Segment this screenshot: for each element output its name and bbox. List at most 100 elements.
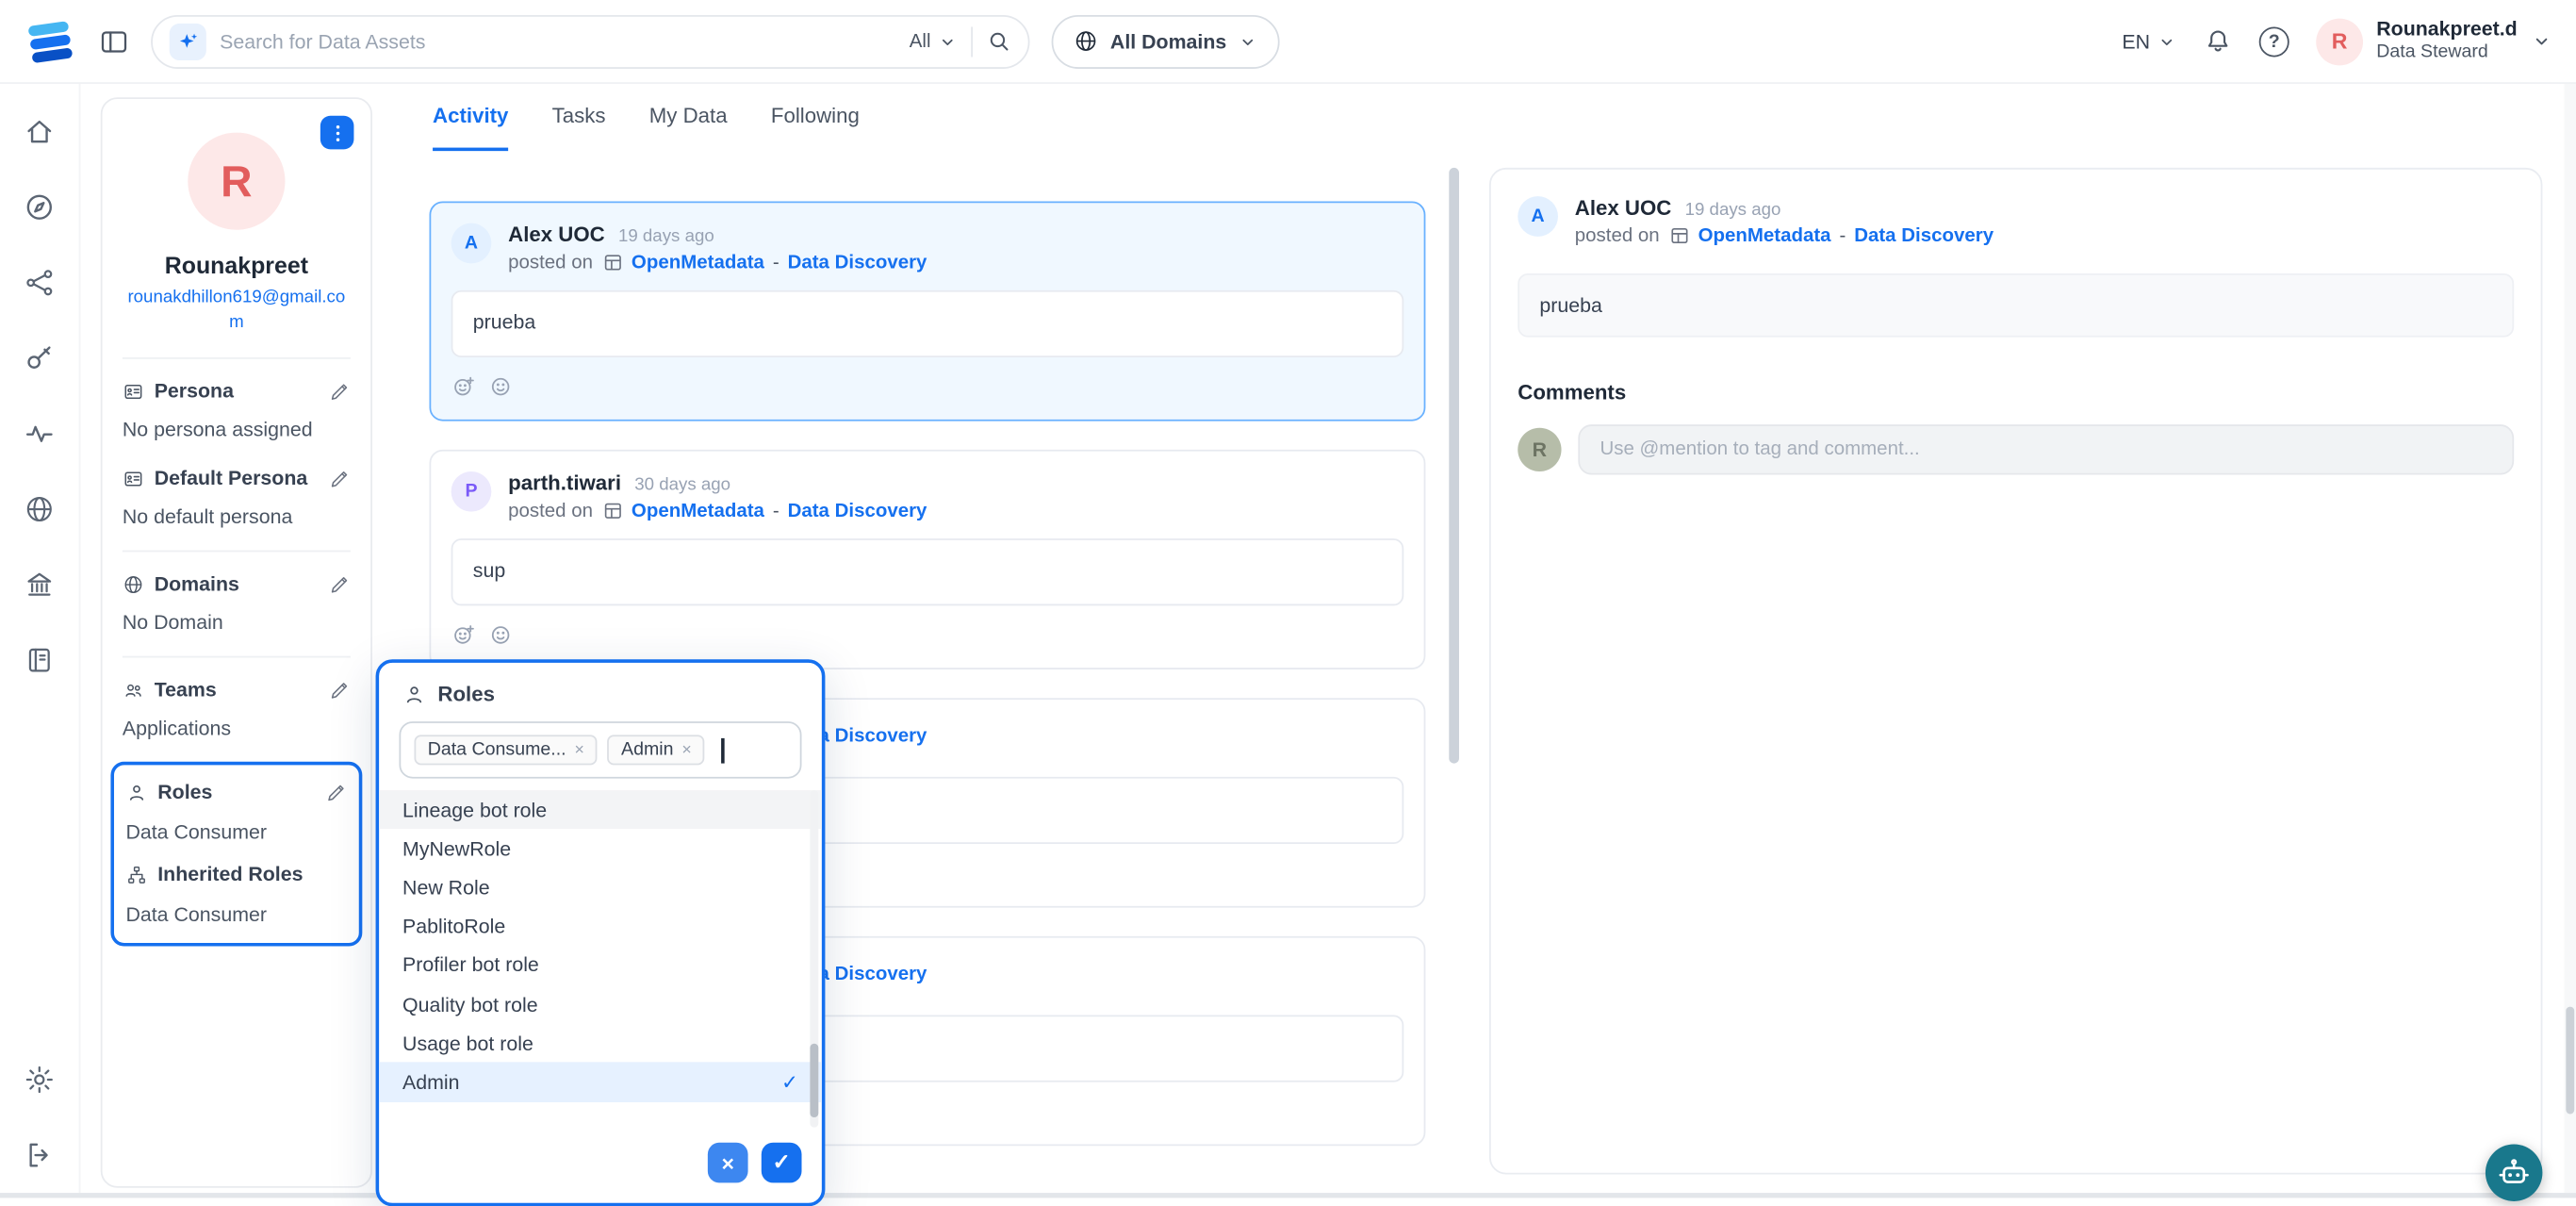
roles-select-input[interactable]: Data Consume... × Admin × <box>399 721 801 778</box>
user-name: Rounakpreet.d <box>2376 17 2517 42</box>
edit-teams-icon[interactable] <box>329 680 351 702</box>
post-timestamp: 19 days ago <box>1685 200 1781 220</box>
role-option[interactable]: New Role <box>379 868 822 907</box>
globe-icon <box>1074 28 1099 54</box>
add-reaction-icon[interactable] <box>451 374 477 400</box>
link-separator: - <box>773 253 779 273</box>
role-option-selected[interactable]: Admin ✓ <box>379 1063 822 1101</box>
post-author-avatar: A <box>451 223 492 264</box>
tab-activity[interactable]: Activity <box>433 104 508 151</box>
teams-section: Teams Applications <box>123 656 351 740</box>
nav-lineage-button[interactable] <box>12 255 66 308</box>
search-input[interactable] <box>220 29 895 53</box>
globe-icon <box>24 492 56 524</box>
book-icon <box>24 643 56 675</box>
post-entity-link[interactable]: OpenMetadata <box>1698 225 1831 245</box>
ai-sparkle-icon[interactable] <box>170 23 206 59</box>
role-option[interactable]: Profiler bot role <box>379 946 822 984</box>
role-option[interactable]: PablitoRole <box>379 907 822 946</box>
feed-post-card[interactable]: A Alex UOC 19 days ago posted on OpenMet… <box>430 202 1426 421</box>
edit-persona-icon[interactable] <box>329 381 351 403</box>
user-avatar[interactable]: R <box>2316 18 2363 65</box>
search-scope-dropdown[interactable]: All <box>910 31 958 51</box>
nav-govern-button[interactable] <box>12 557 66 611</box>
edit-domains-icon[interactable] <box>329 573 351 595</box>
tab-tasks[interactable]: Tasks <box>552 104 606 151</box>
nav-settings-button[interactable] <box>12 1052 66 1106</box>
vertical-scrollbar-thumb[interactable] <box>2566 1007 2574 1115</box>
add-reaction-icon[interactable] <box>451 622 477 648</box>
post-target-link[interactable]: Data Discovery <box>788 501 927 520</box>
post-author-name[interactable]: Alex UOC <box>1575 196 1672 220</box>
global-search-bar[interactable]: All <box>151 14 1029 68</box>
post-message: prueba <box>1518 273 2514 338</box>
role-option[interactable]: MyNewRole <box>379 829 822 867</box>
edit-default-persona-icon[interactable] <box>329 468 351 489</box>
role-option[interactable]: Usage bot role <box>379 1024 822 1063</box>
nav-domains-button[interactable] <box>12 482 66 536</box>
confirm-button[interactable]: ✓ <box>762 1143 802 1183</box>
globe-icon <box>123 573 144 595</box>
role-option[interactable]: Lineage bot role <box>379 790 822 829</box>
window-vertical-scrollbar[interactable] <box>2565 84 2576 1193</box>
post-entity-link[interactable]: OpenMetadata <box>632 501 764 520</box>
nav-apis-button[interactable] <box>12 331 66 385</box>
openmetadata-logo[interactable] <box>24 14 77 68</box>
domains-label: Domains <box>155 573 239 597</box>
persona-value: No persona assigned <box>123 419 351 442</box>
popover-scrollbar-thumb[interactable] <box>810 1044 818 1117</box>
teams-value[interactable]: Applications <box>123 718 351 741</box>
nav-observability-button[interactable] <box>12 406 66 460</box>
cancel-button[interactable]: × <box>708 1143 748 1183</box>
check-icon: ✓ <box>781 1070 798 1094</box>
profile-email[interactable]: rounakdhillon619@gmail.com <box>123 285 351 336</box>
default-persona-value: No default persona <box>123 505 351 529</box>
post-author-name[interactable]: parth.tiwari <box>508 471 621 495</box>
remove-chip-icon[interactable]: × <box>574 741 583 760</box>
post-entity-link[interactable]: OpenMetadata <box>632 253 764 273</box>
tab-following[interactable]: Following <box>771 104 860 151</box>
post-author-name[interactable]: Alex UOC <box>508 223 605 247</box>
domains-value: No Domain <box>123 611 351 635</box>
comment-composer: R <box>1518 424 2514 474</box>
remove-chip-icon[interactable]: × <box>681 741 691 760</box>
emoji-reaction-icon[interactable] <box>488 622 514 648</box>
help-icon[interactable]: ? <box>2259 26 2289 57</box>
notifications-bell-icon[interactable] <box>2204 26 2232 55</box>
persona-label: Persona <box>155 380 234 404</box>
role-option-label: Admin <box>402 1070 460 1094</box>
comment-input[interactable] <box>1578 424 2514 474</box>
default-persona-label: Default Persona <box>155 467 308 490</box>
dots-vertical-icon <box>326 122 348 143</box>
table-entity-icon <box>601 252 623 273</box>
nav-glossary-button[interactable] <box>12 633 66 686</box>
pulse-icon <box>24 417 56 449</box>
feed-post-card[interactable]: P parth.tiwari 30 days ago posted on Ope… <box>430 450 1426 669</box>
user-menu[interactable]: R Rounakpreet.d Data Steward <box>2316 17 2552 65</box>
edit-roles-icon[interactable] <box>325 782 347 803</box>
nav-home-button[interactable] <box>12 104 66 157</box>
post-author-avatar: P <box>451 471 492 512</box>
home-icon <box>24 115 56 147</box>
language-dropdown[interactable]: EN <box>2122 29 2176 53</box>
user-role: Data Steward <box>2376 42 2517 65</box>
post-target-link[interactable]: Data Discovery <box>1854 225 1994 245</box>
support-chat-button[interactable] <box>2486 1144 2542 1200</box>
feed-scrollbar[interactable] <box>1449 168 1459 764</box>
post-timestamp: 30 days ago <box>634 475 730 495</box>
sidebar-toggle-icon[interactable] <box>99 26 129 57</box>
profile-name: Rounakpreet <box>123 252 351 278</box>
emoji-reaction-icon[interactable] <box>488 374 514 400</box>
tab-my-data[interactable]: My Data <box>649 104 728 151</box>
post-message[interactable]: sup <box>451 538 1404 605</box>
search-icon[interactable] <box>986 28 1011 54</box>
nav-explore-button[interactable] <box>12 179 66 233</box>
role-option[interactable]: Quality bot role <box>379 984 822 1023</box>
post-message[interactable]: prueba <box>451 290 1404 357</box>
profile-manage-button[interactable] <box>320 116 354 150</box>
domains-dropdown[interactable]: All Domains <box>1052 14 1281 68</box>
nav-logout-button[interactable] <box>12 1128 66 1181</box>
post-target-link[interactable]: Data Discovery <box>788 253 927 273</box>
key-icon <box>24 341 56 373</box>
selected-role-chip: Data Consume... × <box>414 735 598 765</box>
